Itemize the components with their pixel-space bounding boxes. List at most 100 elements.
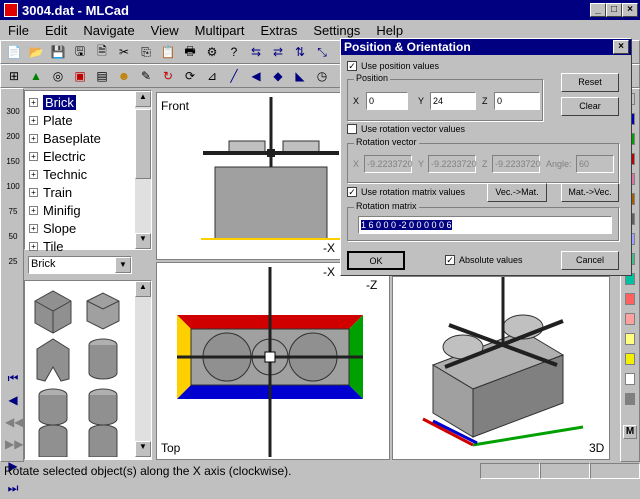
cylinder-thumb[interactable] (88, 338, 118, 380)
3d-viewport[interactable]: 3D (392, 276, 610, 460)
rv-x-field[interactable]: -9.2233720 (364, 155, 413, 173)
use-position-checkbox[interactable]: ✓ (347, 61, 357, 71)
menu-file[interactable]: File (0, 23, 37, 38)
open-file-button[interactable]: 📂 (25, 41, 47, 63)
menu-extras[interactable]: Extras (252, 23, 305, 38)
ok-button[interactable]: OK (347, 251, 405, 270)
color-swatch[interactable] (625, 353, 635, 365)
category-select[interactable]: Brick ▼ (28, 256, 132, 274)
zoom-75-button[interactable]: 75 (4, 199, 22, 224)
reset-button[interactable]: Reset (561, 73, 619, 92)
color-swatch[interactable] (625, 373, 635, 385)
color-swatch[interactable] (625, 293, 635, 305)
paste-button[interactable]: 📋 (157, 41, 179, 63)
pos-x-field[interactable]: 0 (366, 92, 408, 110)
rv-z-field[interactable]: -9.2233720 (492, 155, 541, 173)
arch-thumb[interactable] (36, 338, 70, 382)
measure-button[interactable]: ⊿ (201, 65, 223, 87)
new-file-button[interactable]: 📄 (3, 41, 25, 63)
expand-icon[interactable]: + (29, 151, 38, 161)
mat-to-vec-button[interactable]: Mat.->Vec. (561, 183, 619, 202)
zoom-25-button[interactable]: 25 (4, 249, 22, 274)
minimize-button[interactable]: _ (590, 3, 606, 17)
expand-icon[interactable]: + (29, 115, 38, 125)
more-colors-button[interactable]: M (623, 425, 637, 439)
cancel-button[interactable]: Cancel (561, 251, 619, 270)
color-button[interactable]: ✎ (135, 65, 157, 87)
use-rotation-vector-checkbox[interactable] (347, 124, 357, 134)
use-position-option[interactable]: ✓ Use position values (347, 61, 439, 71)
pos-y-field[interactable]: 24 (430, 92, 476, 110)
rotate-axis-button[interactable]: ⟳ (179, 65, 201, 87)
absolute-values-checkbox[interactable]: ✓ (445, 255, 455, 265)
move-x2-button[interactable]: ⇄ (267, 41, 289, 63)
move-x-button[interactable]: ⇆ (245, 41, 267, 63)
expand-icon[interactable]: + (29, 97, 38, 107)
menu-settings[interactable]: Settings (305, 23, 368, 38)
menu-view[interactable]: View (143, 23, 187, 38)
zoom-100-button[interactable]: 100 (4, 174, 22, 199)
grid-button[interactable]: ⊞ (3, 65, 25, 87)
round-thumb-a[interactable] (38, 388, 68, 426)
tree-item-electric[interactable]: + Electric (25, 147, 151, 165)
expand-icon[interactable]: + (29, 133, 38, 143)
use-rotation-vector-option[interactable]: Use rotation vector values (347, 124, 465, 134)
color-swatch[interactable] (625, 313, 635, 325)
prev-step-icon[interactable]: ◀ (5, 389, 21, 411)
zoom-300-button[interactable]: 300 (4, 99, 22, 124)
zoom-200-button[interactable]: 200 (4, 124, 22, 149)
rotate-button[interactable]: ↻ (157, 65, 179, 87)
round-thumb-b[interactable] (88, 388, 118, 426)
add-part-button[interactable]: ▲ (25, 65, 47, 87)
color-swatch[interactable] (625, 393, 635, 405)
select-all-button[interactable]: ▤ (91, 65, 113, 87)
minifig-button[interactable]: ☻ (113, 65, 135, 87)
tree-item-plate[interactable]: + Plate (25, 111, 151, 129)
angle-field[interactable]: 60 (576, 155, 614, 173)
expand-icon[interactable]: + (29, 187, 38, 197)
rewind-icon[interactable]: ◀◀ (5, 411, 23, 433)
move-y-button[interactable]: ⇅ (289, 41, 311, 63)
clear-button[interactable]: Clear (561, 97, 619, 116)
cut-button[interactable]: ✂ (113, 41, 135, 63)
zoom-50-button[interactable]: 50 (4, 224, 22, 249)
tree-item-minifig[interactable]: + Minifig (25, 201, 151, 219)
close-button[interactable]: × (622, 3, 638, 17)
tree-item-slope[interactable]: + Slope (25, 219, 151, 237)
properties-button[interactable]: ⚙ (201, 41, 223, 63)
menu-multipart[interactable]: Multipart (187, 23, 253, 38)
tree-item-tile[interactable]: + Tile (25, 237, 151, 255)
save-button[interactable]: 💾 (47, 41, 69, 63)
maximize-button[interactable]: □ (606, 3, 622, 17)
chevron-down-icon[interactable]: ▼ (115, 257, 131, 273)
absolute-values-option[interactable]: ✓ Absolute values (445, 255, 523, 265)
nav-right-button[interactable]: ◣ (289, 65, 311, 87)
use-rotation-matrix-option[interactable]: ✓ Use rotation matrix values (347, 187, 465, 197)
help-button[interactable]: ? (223, 41, 245, 63)
color-swatch[interactable] (625, 333, 635, 345)
expand-icon[interactable]: + (29, 205, 38, 215)
use-rotation-matrix-checkbox[interactable]: ✓ (347, 187, 357, 197)
expand-icon[interactable]: + (29, 241, 38, 251)
brick-thumb[interactable] (34, 290, 72, 334)
zoom-150-button[interactable]: 150 (4, 149, 22, 174)
round-brick-thumb[interactable] (86, 292, 120, 330)
first-step-icon[interactable]: ⏮ (5, 367, 21, 389)
nav-left-button[interactable]: ◀ (245, 65, 267, 87)
move-z-button[interactable]: ⤡ (311, 41, 333, 63)
expand-icon[interactable]: + (29, 169, 38, 179)
tree-item-baseplate[interactable]: + Baseplate (25, 129, 151, 147)
dialog-close-button[interactable]: × (613, 40, 629, 54)
line-button[interactable]: ╱ (223, 65, 245, 87)
tree-item-brick[interactable]: + Brick (25, 93, 151, 111)
tree-item-technic[interactable]: + Technic (25, 165, 151, 183)
save-as-button[interactable]: 🖫 (69, 41, 91, 63)
rotation-matrix-field[interactable]: 1 6 0 0 0 -2 0 0 0 0 0 6 (358, 216, 612, 234)
nav-diamond-button[interactable]: ◆ (267, 65, 289, 87)
menu-navigate[interactable]: Navigate (75, 23, 142, 38)
camera-button[interactable]: ◎ (47, 65, 69, 87)
pos-z-field[interactable]: 0 (494, 92, 540, 110)
last-step-icon[interactable]: ⏭ (5, 477, 21, 499)
tree-scrollbar[interactable]: ▲ ▼ (135, 91, 151, 249)
top-viewport[interactable]: -X Top (156, 262, 390, 460)
